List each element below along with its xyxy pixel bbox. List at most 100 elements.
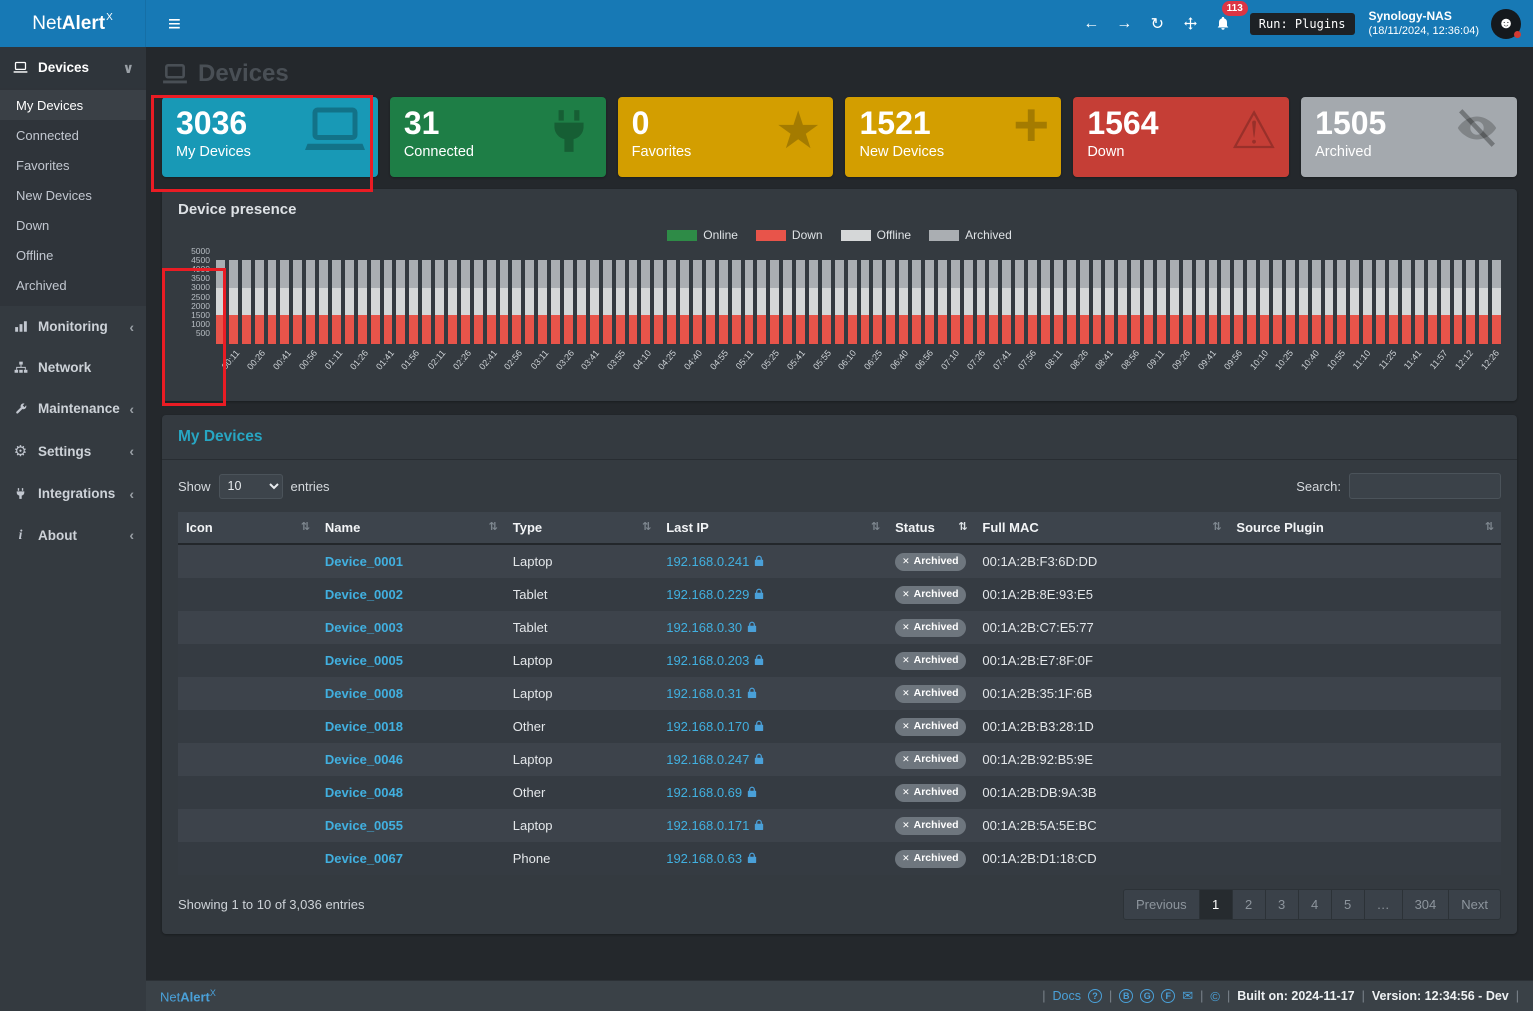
stat-card-favorites[interactable]: 0 Favorites ★ [617,97,834,177]
copyright-icon[interactable]: © [1210,989,1220,1004]
bar-segment-down [770,315,780,344]
legend-item-online[interactable]: Online [667,228,738,242]
presence-bar [1169,260,1179,344]
bar-segment-offline [293,287,303,316]
ip-link[interactable]: 192.168.0.203 [666,653,749,668]
pagination-previous[interactable]: Previous [1122,888,1200,920]
bar-segment-offline [1144,287,1154,316]
bar-segment-offline [744,287,754,316]
column-header-name[interactable]: Name ⇅ [316,512,505,545]
legend-label: Offline [876,228,912,242]
sidebar-item-maintenance[interactable]: Maintenance ‹ [0,388,146,429]
device-name-link[interactable]: Device_0055 [325,818,403,833]
column-header-source-plugin[interactable]: Source Plugin ⇅ [1228,512,1501,545]
legend-item-archived[interactable]: Archived [929,228,1012,242]
ip-link[interactable]: 192.168.0.63 [666,851,742,866]
device-name-link[interactable]: Device_0046 [325,752,403,767]
stat-card-my-devices[interactable]: 3036 My Devices [162,97,378,177]
menu-toggle-icon[interactable]: ≡ [158,11,191,37]
sidebar-item-connected[interactable]: Connected [0,120,146,150]
bar-segment-archived [1389,260,1398,288]
presence-bar [1324,260,1334,344]
device-name-link[interactable]: Device_0003 [325,620,403,635]
column-header-full-mac[interactable]: Full MAC ⇅ [974,512,1229,545]
sidebar-item-archived[interactable]: Archived [0,270,146,300]
stat-card-new-devices[interactable]: 1521 New Devices + [845,97,1062,177]
presence-bar [319,260,329,344]
github-icon[interactable]: G [1140,989,1155,1003]
mail-icon[interactable]: ✉ [1182,988,1193,1004]
bar-segment-archived [860,260,870,288]
bar-segment-down [293,315,303,344]
bar-segment-down [783,315,793,344]
sidebar-item-new-devices[interactable]: New Devices [0,180,146,210]
device-name-link[interactable]: Device_0002 [325,587,403,602]
legend-item-down[interactable]: Down [755,228,823,242]
sidebar-item-offline[interactable]: Offline [0,240,146,270]
x-axis-label: 09:56 [1221,348,1245,372]
pagination-page-4[interactable]: 4 [1297,888,1332,920]
search-label: Search: [1296,478,1341,494]
pagination-page-3[interactable]: 3 [1264,888,1299,920]
stat-card-connected[interactable]: 31 Connected [389,97,606,177]
pagination-page-2[interactable]: 2 [1231,888,1266,920]
ip-link[interactable]: 192.168.0.229 [666,587,749,602]
sidebar-item-favorites[interactable]: Favorites [0,150,146,180]
sidebar-item-integrations[interactable]: Integrations ‹ [0,473,146,514]
user-avatar[interactable]: ☻ [1491,8,1521,39]
sidebar-item-devices[interactable]: Devices ∨ [0,47,146,88]
pagination-page-304[interactable]: 304 [1401,888,1450,920]
ip-link[interactable]: 192.168.0.30 [666,620,742,635]
device-name-link[interactable]: Device_0001 [325,554,403,569]
device-name-link[interactable]: Device_0048 [325,785,403,800]
notifications-bell[interactable]: 113 [1207,0,1248,39]
ip-link[interactable]: 192.168.0.31 [666,686,742,701]
ip-link[interactable]: 192.168.0.247 [666,752,749,767]
sidebar-item-down[interactable]: Down [0,210,146,240]
forward-icon[interactable]: → [1108,9,1141,39]
help-icon[interactable]: ? [1087,989,1102,1003]
column-header-type[interactable]: Type ⇅ [504,512,659,545]
page-length-select[interactable]: 10 [218,473,283,499]
maximize-icon[interactable] [1174,9,1207,39]
bar-segment-archived [319,260,329,288]
device-name-link[interactable]: Device_0018 [325,719,403,734]
bar-segment-offline [486,287,496,316]
column-header-icon[interactable]: Icon ⇅ [178,512,317,545]
docs-link[interactable]: Docs [1052,989,1080,1003]
bar-segment-down [667,315,677,344]
pagination-next[interactable]: Next [1448,888,1501,920]
column-header-last-ip[interactable]: Last IP ⇅ [658,512,888,545]
sidebar-item-my-devices[interactable]: My Devices [0,90,146,120]
stat-card-archived[interactable]: 1505 Archived [1301,97,1517,177]
refresh-icon[interactable]: ↻ [1141,9,1174,39]
bar-segment-archived [576,260,586,288]
ip-link[interactable]: 192.168.0.69 [666,785,742,800]
app-logo[interactable]: Net Alert X [0,0,146,47]
device-name-link[interactable]: Device_0008 [325,686,403,701]
bar-segment-offline [1028,287,1037,316]
chevron-down-icon: ∨ [122,59,134,76]
sidebar-item-network[interactable]: Network [0,347,146,388]
back-icon[interactable]: ← [1075,9,1108,39]
legend-item-offline[interactable]: Offline [840,228,912,242]
pagination-page-5[interactable]: 5 [1330,888,1365,920]
search-input[interactable] [1349,473,1501,499]
ip-link[interactable]: 192.168.0.171 [666,818,749,833]
ip-link[interactable]: 192.168.0.170 [666,719,749,734]
bug-icon[interactable]: B [1119,989,1134,1003]
sidebar-item-monitoring[interactable]: Monitoring ‹ [0,306,146,347]
gitlab-icon[interactable]: F [1161,989,1176,1003]
device-name-link[interactable]: Device_0067 [325,851,403,866]
pagination-page-…[interactable]: … [1363,888,1403,920]
stat-card-down[interactable]: 1564 Down ⚠ [1073,97,1290,177]
footer-brand[interactable]: NetAlertX [160,988,216,1004]
pagination-page-1[interactable]: 1 [1198,888,1233,920]
sidebar-item-about[interactable]: i About ‹ [0,514,146,556]
column-header-status[interactable]: Status ⇅ [887,512,975,545]
x-axis-label: 06:40 [887,348,910,372]
sidebar-item-settings[interactable]: ⚙ Settings ‹ [0,429,146,473]
presence-bar [525,260,535,344]
device-name-link[interactable]: Device_0005 [325,653,403,668]
ip-link[interactable]: 192.168.0.241 [666,554,749,569]
